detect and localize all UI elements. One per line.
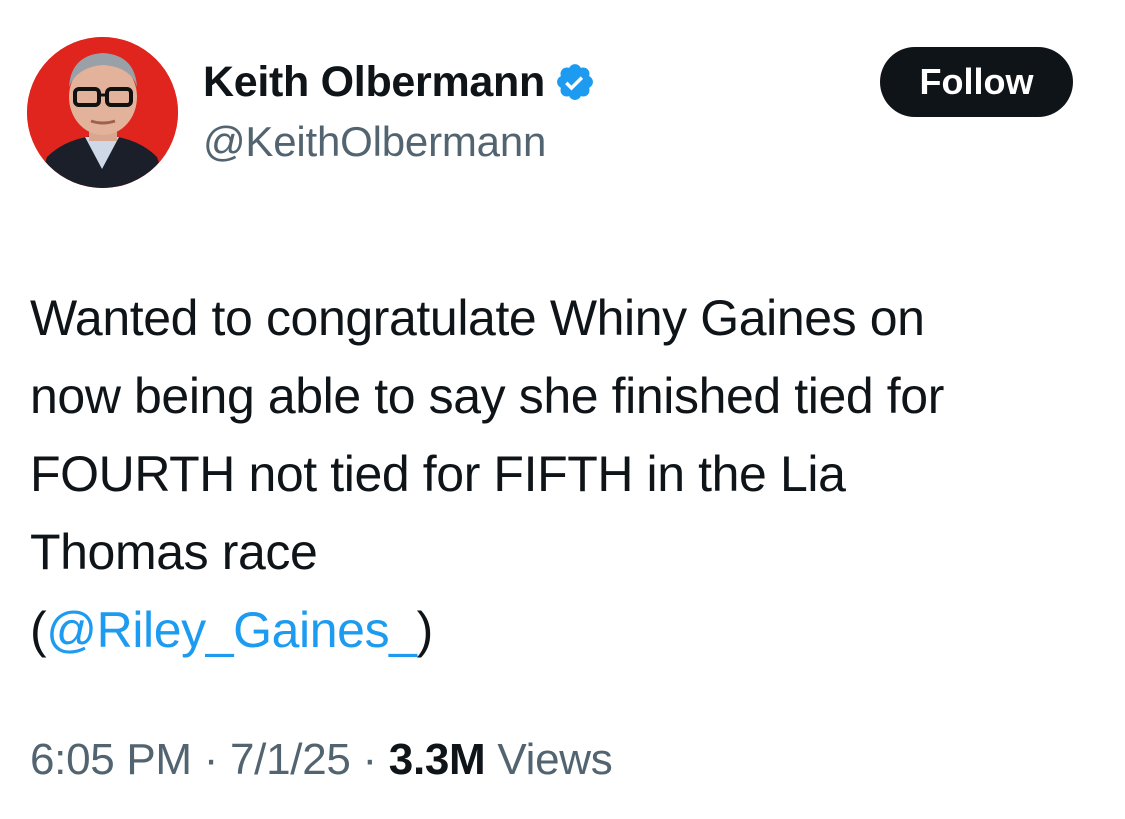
author-handle[interactable]: @KeithOlbermann — [203, 118, 596, 166]
name-row: Keith Olbermann — [203, 52, 596, 112]
views-label: Views — [497, 735, 613, 784]
views-count: 3.3M — [388, 735, 486, 784]
meta-separator: · — [203, 735, 219, 784]
tweet-text-line: Wanted to congratulate Whiny Gaines on — [30, 290, 925, 346]
display-name[interactable]: Keith Olbermann — [203, 58, 545, 107]
mention-close-paren: ) — [416, 602, 434, 658]
tweet-text: Wanted to congratulate Whiny Gaines on n… — [30, 279, 1110, 669]
mention-open-paren: ( — [30, 602, 47, 658]
avatar-photo — [27, 37, 178, 188]
tweet-card: Keith Olbermann @KeithOlbermann Follow W… — [0, 0, 1125, 819]
mention-line: (@Riley_Gaines_) — [30, 591, 1110, 669]
follow-button[interactable]: Follow — [880, 47, 1073, 117]
verified-badge-icon[interactable] — [554, 61, 596, 103]
tweet-time[interactable]: 6:05 PM — [30, 735, 192, 784]
mention-link[interactable]: @Riley_Gaines_ — [46, 602, 417, 658]
tweet-date[interactable]: 7/1/25 — [230, 735, 351, 784]
author-info: Keith Olbermann @KeithOlbermann — [203, 52, 596, 166]
tweet-text-line: now being able to say she finished tied … — [30, 368, 944, 424]
meta-separator: · — [362, 735, 377, 784]
tweet-text-line: Thomas race — [30, 524, 318, 580]
tweet-text-line: FOURTH not tied for FIFTH in the Lia — [30, 446, 846, 502]
tweet-meta: 6:05 PM · 7/1/25 · 3.3M Views — [30, 735, 613, 785]
avatar[interactable] — [27, 37, 178, 188]
